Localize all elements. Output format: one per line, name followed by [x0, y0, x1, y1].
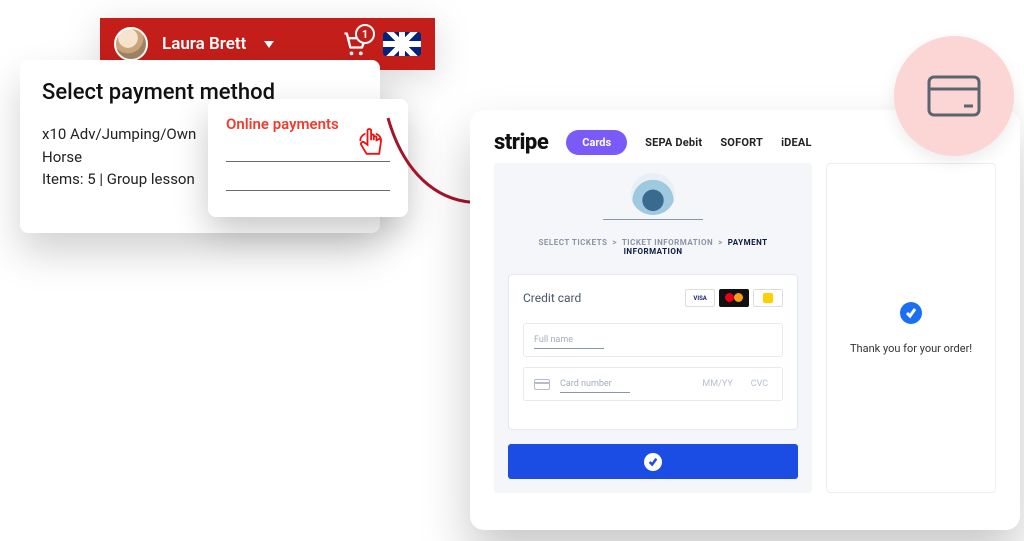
tab-ideal[interactable]: iDEAL: [781, 136, 812, 149]
cvc-input[interactable]: CVC: [747, 379, 772, 389]
avatar[interactable]: [114, 27, 148, 61]
bancontact-icon: [753, 289, 783, 307]
success-check-icon: [900, 302, 922, 324]
credit-card-box: Credit card VISA Full name Card number M…: [508, 274, 798, 430]
check-icon: [644, 453, 662, 471]
mastercard-icon: [719, 289, 749, 307]
order-confirmation: Thank you for your order!: [826, 163, 996, 493]
tab-sepa-debit[interactable]: SEPA Debit: [645, 136, 702, 149]
checkout-form: SELECT TICKETS > TICKET INFORMATION > PA…: [494, 163, 812, 493]
stripe-logo: stripe: [494, 130, 548, 155]
breadcrumb: SELECT TICKETS > TICKET INFORMATION > PA…: [508, 238, 798, 256]
full-name-input[interactable]: Full name: [523, 323, 783, 357]
stripe-checkout-window: stripe Cards SEPA Debit SOFORT iDEAL SEL…: [470, 110, 1020, 530]
cart-count-badge: 1: [355, 24, 375, 44]
card-number-input[interactable]: Card number MM/YY CVC: [523, 367, 783, 401]
thank-you-text: Thank you for your order!: [850, 342, 972, 355]
card-brand-icons: VISA: [685, 289, 783, 307]
merchant-avatar: [631, 173, 675, 215]
online-payments-option[interactable]: Online payments: [208, 99, 408, 217]
tab-sofort[interactable]: SOFORT: [720, 136, 763, 149]
cart-button[interactable]: 1: [341, 30, 369, 58]
credit-card-hero-icon: [894, 36, 1014, 156]
card-icon: [534, 379, 550, 390]
visa-icon: VISA: [685, 289, 715, 307]
submit-payment-button[interactable]: [508, 444, 798, 479]
credit-card-label: Credit card: [523, 291, 581, 305]
expiry-input[interactable]: MM/YY: [698, 379, 736, 389]
user-name[interactable]: Laura Brett: [162, 34, 246, 54]
tab-cards[interactable]: Cards: [566, 130, 627, 155]
pointer-hand-icon: [354, 125, 390, 161]
chevron-down-icon[interactable]: [264, 41, 274, 48]
language-flag-uk[interactable]: [383, 32, 421, 56]
